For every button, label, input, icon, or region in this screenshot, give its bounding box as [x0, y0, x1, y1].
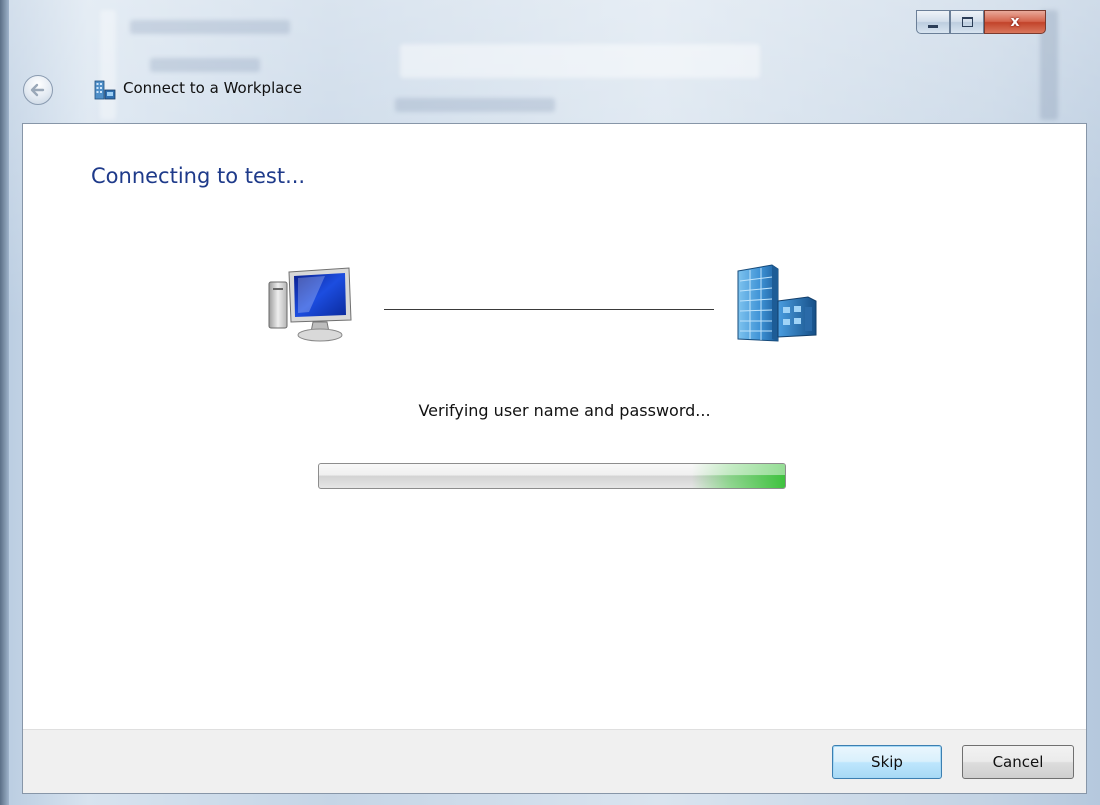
caption-buttons: x [916, 10, 1046, 36]
back-button[interactable] [23, 75, 53, 105]
maximize-icon [961, 17, 973, 27]
workplace-connection-icon [94, 80, 116, 100]
minimize-button[interactable] [916, 10, 950, 34]
status-line: Verifying user name and password... [23, 401, 1086, 420]
background-blur [400, 44, 760, 78]
page-title: Connecting to test... [91, 164, 306, 188]
background-blur [395, 98, 555, 112]
button-bar: Skip Cancel [23, 729, 1086, 793]
close-button[interactable]: x [984, 10, 1046, 34]
window-edge [0, 0, 9, 805]
window-title: Connect to a Workplace [123, 79, 302, 97]
background-blur [100, 10, 116, 120]
cancel-button[interactable]: Cancel [962, 745, 1074, 779]
background-blur [150, 58, 260, 72]
office-building-icon [737, 264, 817, 342]
status-message: Verifying user name and password... [418, 401, 711, 420]
background-blur [130, 20, 290, 34]
computer-icon [268, 267, 352, 342]
skip-button[interactable]: Skip [832, 745, 942, 779]
minimize-icon [928, 24, 938, 28]
wizard-content: Connecting to test... Verifying user nam… [22, 123, 1087, 794]
connection-line [384, 309, 714, 310]
back-arrow-icon [30, 83, 45, 97]
close-icon: x [1010, 14, 1020, 30]
maximize-button[interactable] [950, 10, 984, 34]
progress-sheen [319, 464, 785, 475]
progress-bar [318, 463, 786, 489]
